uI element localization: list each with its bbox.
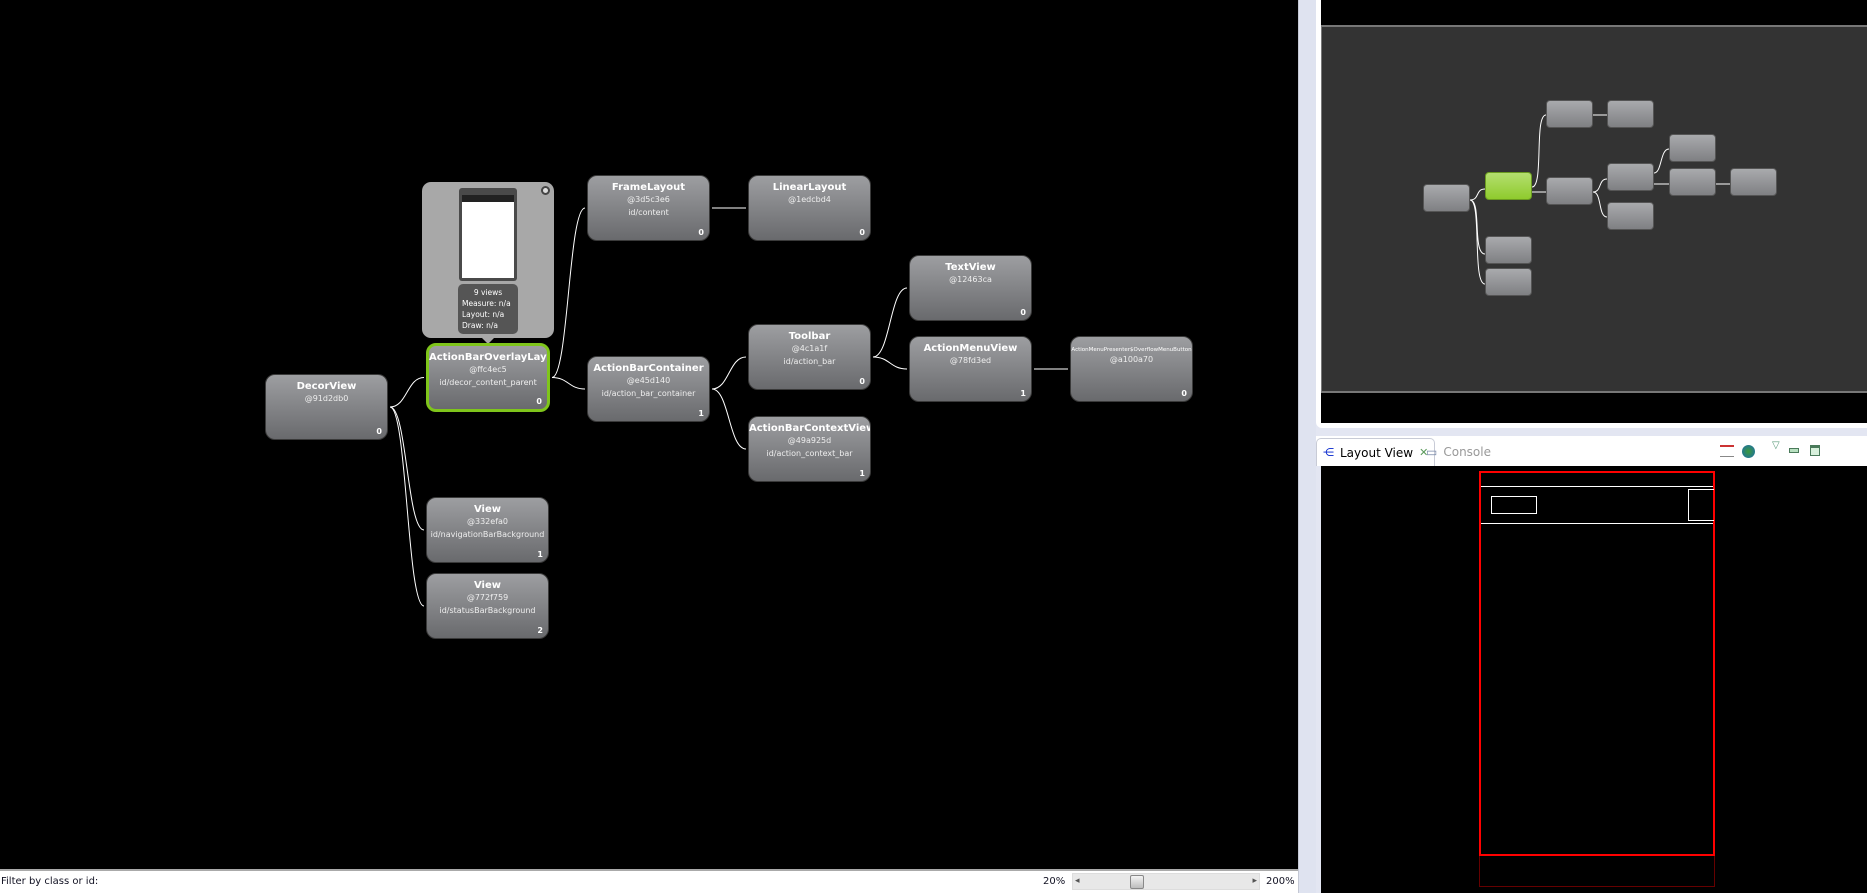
edge-actionbarcontainer-toolbar bbox=[711, 356, 747, 390]
load-images-icon[interactable] bbox=[1742, 445, 1755, 458]
tab-label: Layout View bbox=[1340, 445, 1414, 460]
overview-node-statusbarbackground[interactable] bbox=[1485, 268, 1532, 296]
edge-actionbaroverlaylayout-framelayout bbox=[551, 207, 586, 378]
draw-time: Draw: n/a bbox=[462, 321, 498, 330]
edge-actionbaroverlaylayout-actionbarcontainer bbox=[551, 377, 586, 390]
node-linearlayout[interactable]: LinearLayout @1edcbd4 0 bbox=[748, 175, 871, 241]
zoom-slider[interactable]: ◂ ▸ bbox=[1072, 873, 1260, 890]
node-stats: 9 views Measure: n/a Layout: n/a Draw: n… bbox=[458, 284, 518, 334]
panel-sash[interactable] bbox=[1298, 0, 1316, 893]
zoom-min-label: 20% bbox=[1043, 876, 1066, 887]
node-statusbarbackground[interactable]: View @772f759 id/statusBarBackground 2 bbox=[426, 573, 549, 639]
node-actionbarcontainer[interactable]: ActionBarContainer @e45d140 id/action_bar_… bbox=[587, 356, 710, 422]
navigation-bar-bounds bbox=[1479, 856, 1715, 887]
zoom-max-label: 200% bbox=[1266, 876, 1295, 887]
node-textview[interactable]: TextView @12463ca 0 bbox=[909, 255, 1032, 321]
minimize-icon[interactable] bbox=[1789, 448, 1799, 453]
maximize-icon[interactable] bbox=[1810, 445, 1820, 456]
overview-edges bbox=[1469, 114, 1730, 285]
hierarchy-edges bbox=[389, 207, 1068, 607]
node-toolbar[interactable]: Toolbar @4c1a1f id/action_bar 0 bbox=[748, 324, 871, 390]
view-menu-icon[interactable]: ▽ bbox=[1772, 440, 1786, 452]
overview-node-actionbarcontainer[interactable] bbox=[1546, 177, 1593, 205]
status-bar: Filter by class or id: 20% ◂ ▸ 200% bbox=[0, 869, 1298, 893]
measure-time: Measure: n/a bbox=[462, 299, 511, 308]
overview-node-textview[interactable] bbox=[1669, 134, 1716, 162]
layout-time: Layout: n/a bbox=[462, 310, 505, 319]
screen-preview-thumbnail bbox=[459, 188, 517, 281]
filter-label: Filter by class or id: bbox=[1, 876, 99, 887]
node-actionbarcontextview[interactable]: ActionBarContextView @49a925d id/action_co… bbox=[748, 416, 871, 482]
edge-toolbar-actionmenuview bbox=[872, 356, 908, 370]
overview-node-actionbaroverlaylayout[interactable] bbox=[1485, 172, 1532, 200]
slider-left-arrow-icon[interactable]: ◂ bbox=[1075, 876, 1080, 886]
textview-bounds bbox=[1491, 496, 1537, 514]
edge-decorview-actionbaroverlaylayout bbox=[389, 377, 425, 408]
edge-decorview-statusbarbackground bbox=[389, 406, 425, 607]
tab-label: Console bbox=[1443, 445, 1491, 459]
show-extras-icon[interactable] bbox=[1720, 445, 1734, 457]
overview-node-navigationbarbackground[interactable] bbox=[1485, 236, 1532, 264]
console-icon: ▭ bbox=[1426, 445, 1438, 459]
view-hierarchy-canvas[interactable]: 9 views Measure: n/a Layout: n/a Draw: n… bbox=[0, 0, 1298, 869]
overview-node-framelayout[interactable] bbox=[1546, 100, 1593, 128]
slider-right-arrow-icon[interactable]: ▸ bbox=[1252, 876, 1257, 886]
tab-layout-view[interactable]: ⋲ Layout View ✕ bbox=[1316, 438, 1436, 466]
tree-icon: ⋲ bbox=[1323, 446, 1334, 459]
edge-actionbarcontainer-actionbarcontextview bbox=[711, 388, 747, 450]
node-framelayout[interactable]: FrameLayout @3d5c3e6 id/content 0 bbox=[587, 175, 710, 241]
overview-node-overflowmenubutton[interactable] bbox=[1730, 168, 1777, 196]
menu-bounds bbox=[1688, 489, 1714, 521]
tab-console[interactable]: ▭ Console bbox=[1420, 438, 1497, 466]
node-navigationbarbackground[interactable]: View @332efa0 id/navigationBarBackground 1 bbox=[426, 497, 549, 563]
overview-node-actionmenuview[interactable] bbox=[1669, 168, 1716, 196]
overview-node-toolbar[interactable] bbox=[1607, 163, 1654, 191]
node-overflowmenubutton[interactable]: ActionMenuPresenter$OverflowMenuButton @a… bbox=[1070, 336, 1193, 402]
tree-overview-viewport[interactable] bbox=[1321, 25, 1867, 393]
node-actionbaroverlaylayout[interactable]: ActionBarOverlayLayout@ffc4ec5id/decor_c… bbox=[426, 343, 550, 412]
view-tabs: ⋲ Layout View ✕ ▭ Console ▽ bbox=[1316, 436, 1867, 466]
edge-toolbar-textview bbox=[872, 287, 908, 358]
overview-node-decorview[interactable] bbox=[1423, 184, 1470, 212]
overview-node-linearlayout[interactable] bbox=[1607, 100, 1654, 128]
node-decorview[interactable]: DecorView @91d2db0 0 bbox=[265, 374, 388, 440]
node-preview-tooltip: 9 views Measure: n/a Layout: n/a Draw: n… bbox=[422, 182, 554, 344]
close-preview-icon[interactable] bbox=[541, 186, 550, 195]
zoom-slider-thumb[interactable] bbox=[1130, 875, 1144, 889]
views-count: 9 views bbox=[473, 288, 503, 297]
layout-view-canvas[interactable] bbox=[1321, 466, 1867, 893]
overview-node-actionbarcontextview[interactable] bbox=[1607, 202, 1654, 230]
node-actionmenuview[interactable]: ActionMenuView @78fd3ed 1 bbox=[909, 336, 1032, 402]
selected-bounds bbox=[1479, 471, 1715, 856]
